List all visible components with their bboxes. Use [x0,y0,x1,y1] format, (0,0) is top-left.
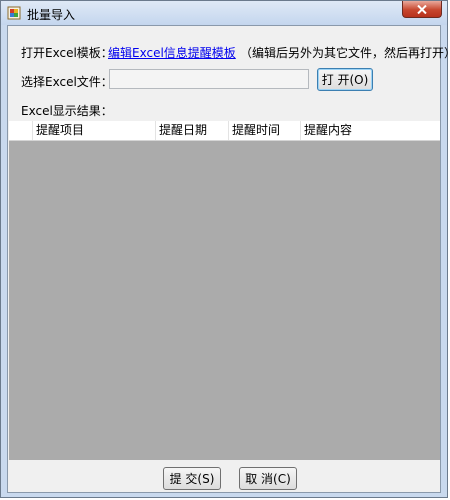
title-bar[interactable]: 批量导入 [1,1,447,25]
file-path-input[interactable] [109,69,309,89]
column-header[interactable]: 提醒项目 [33,121,156,140]
results-grid[interactable]: 提醒项目 提醒日期 提醒时间 提醒内容 [9,121,440,460]
app-icon [7,6,21,20]
results-label: Excel显示结果： [21,104,113,118]
edit-template-link[interactable]: 编辑Excel信息提醒模板 [108,44,236,61]
submit-button[interactable]: 提 交(S) [163,467,221,490]
grid-header: 提醒项目 提醒日期 提醒时间 提醒内容 [9,121,440,141]
batch-import-window: 批量导入 打开Excel模板： 编辑Excel信息提醒模板 （编辑后另外为其它文… [0,0,450,498]
window-title: 批量导入 [27,8,76,22]
cancel-button-label: 取 消(C) [245,472,291,486]
column-header[interactable]: 提醒日期 [156,121,229,140]
open-button[interactable]: 打 开(O) [317,68,373,91]
template-hint: （编辑后另外为其它文件，然后再打开） [240,46,450,60]
client-area: 打开Excel模板： 编辑Excel信息提醒模板 （编辑后另外为其它文件，然后再… [7,25,450,493]
close-icon [417,4,427,14]
close-button[interactable] [402,1,442,18]
template-label: 打开Excel模板： [21,46,113,60]
grid-row-header-corner [9,121,33,140]
submit-button-label: 提 交(S) [169,472,215,486]
open-button-label: 打 开(O) [321,73,369,87]
column-header[interactable]: 提醒时间 [229,121,301,140]
column-header[interactable]: 提醒内容 [301,121,440,140]
cancel-button[interactable]: 取 消(C) [239,467,297,490]
file-label: 选择Excel文件： [21,75,113,89]
